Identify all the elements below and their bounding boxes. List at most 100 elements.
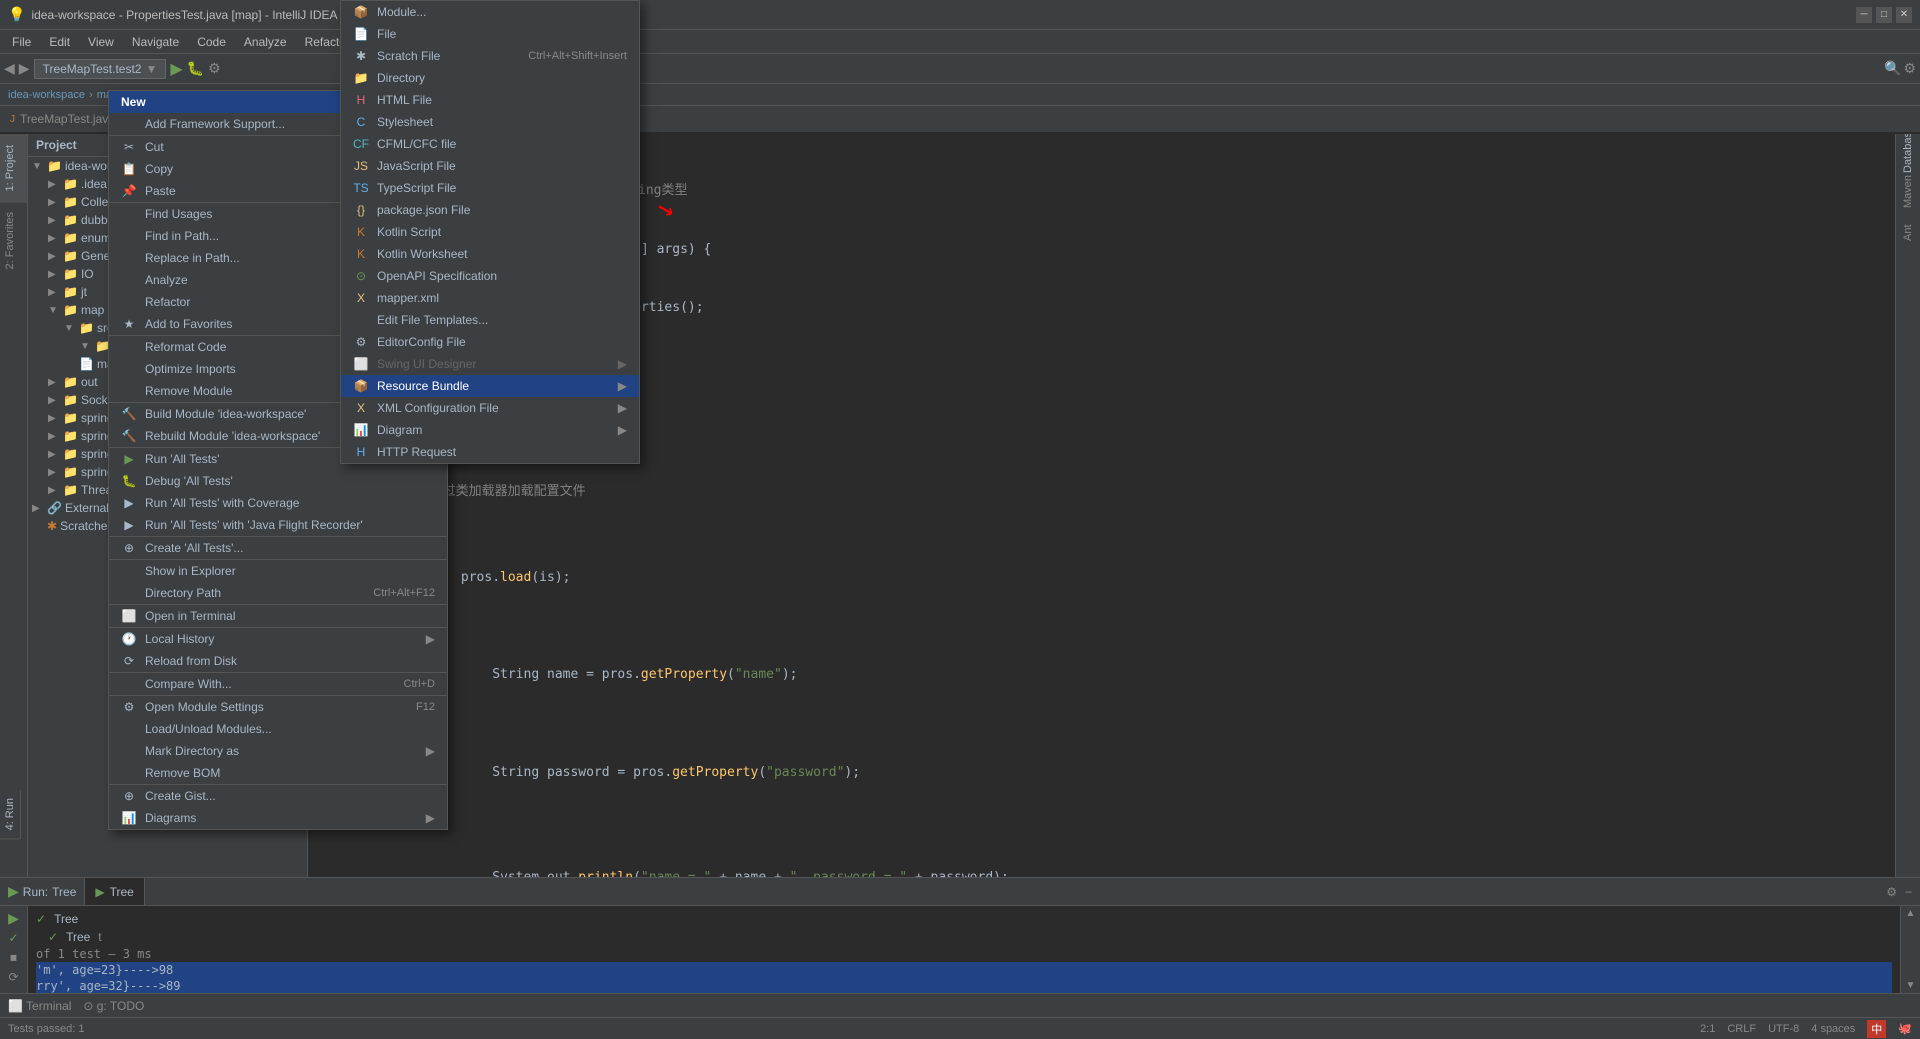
- folder-icon: 📁: [63, 465, 78, 479]
- ctx-new-js[interactable]: JS JavaScript File: [341, 155, 639, 177]
- settings-icon[interactable]: ⚙: [1903, 60, 1916, 77]
- expand-arrow-icon: ▶: [48, 287, 60, 298]
- ctx-mark-directory[interactable]: Mark Directory as ▶: [109, 740, 447, 762]
- cursor-position[interactable]: 2:1: [1700, 1023, 1715, 1035]
- folder-icon: 📁: [63, 447, 78, 461]
- git-icon: 🐙: [1898, 1022, 1912, 1035]
- minimize-button[interactable]: ─: [1856, 7, 1872, 23]
- line-ending[interactable]: CRLF: [1727, 1023, 1756, 1035]
- bottom-run-label: Run:: [23, 885, 48, 899]
- vtab-project[interactable]: 1: Project: [0, 134, 27, 201]
- scroll-up-icon[interactable]: ▲: [1906, 908, 1916, 919]
- scratch-icon: ✱: [353, 49, 369, 63]
- minimize-panel-icon[interactable]: −: [1905, 885, 1912, 899]
- ctx-load-modules[interactable]: Load/Unload Modules...: [109, 718, 447, 740]
- ctx-new-ts[interactable]: TS TypeScript File: [341, 177, 639, 199]
- ctx-create-gist[interactable]: ⊕ Create Gist...: [109, 784, 447, 807]
- submenu-arrow-icon: ▶: [426, 744, 435, 758]
- ctx-label: Directory: [377, 71, 425, 85]
- forward-button[interactable]: ▶: [19, 60, 30, 77]
- ctx-new-openapi[interactable]: ⊙ OpenAPI Specification: [341, 265, 639, 287]
- cfml-icon: CF: [353, 137, 369, 151]
- title-bar-controls: ─ □ ✕: [1856, 7, 1912, 23]
- indentation[interactable]: 4 spaces: [1811, 1023, 1855, 1035]
- ctx-label: Diagrams: [145, 811, 196, 825]
- menu-edit[interactable]: Edit: [41, 33, 78, 51]
- search-icon[interactable]: 🔍: [1884, 60, 1901, 77]
- tree-test-label: Tree: [54, 912, 78, 926]
- breadcrumb-workspace[interactable]: idea-workspace: [8, 89, 85, 101]
- run-button[interactable]: ▶: [170, 59, 182, 79]
- ctx-open-terminal[interactable]: ⬜ Open in Terminal: [109, 604, 447, 627]
- menu-analyze[interactable]: Analyze: [236, 33, 295, 51]
- ctx-http-request[interactable]: H HTTP Request: [341, 441, 639, 463]
- vtab-run[interactable]: 4: Run: [0, 790, 20, 839]
- ctx-label: Paste: [145, 184, 176, 198]
- ctx-new-mapper-xml[interactable]: X mapper.xml: [341, 287, 639, 309]
- todo-tab[interactable]: ⊙ g: TODO: [83, 999, 144, 1013]
- ctx-new-kotlin-script[interactable]: K Kotlin Script: [341, 221, 639, 243]
- check-icon-2: ✓: [48, 930, 58, 944]
- input-method[interactable]: 中: [1867, 1020, 1886, 1038]
- json-icon: {}: [353, 203, 369, 217]
- ctx-new-cfml[interactable]: CF CFML/CFC file: [341, 133, 639, 155]
- stop-icon[interactable]: ⏹: [10, 949, 17, 966]
- menu-view[interactable]: View: [80, 33, 122, 51]
- ctx-label: JavaScript File: [377, 159, 456, 173]
- ctx-show-explorer[interactable]: Show in Explorer: [109, 559, 447, 582]
- ctx-open-module-settings[interactable]: ⚙ Open Module Settings F12: [109, 695, 447, 718]
- menu-code[interactable]: Code: [189, 33, 234, 51]
- shortcut: Ctrl+D: [404, 678, 435, 690]
- database-icon[interactable]: Database: [1897, 138, 1919, 160]
- run-config-selector[interactable]: TreeMapTest.test2 ▼: [34, 59, 167, 79]
- ctx-new-stylesheet[interactable]: C Stylesheet: [341, 111, 639, 133]
- encoding[interactable]: UTF-8: [1768, 1023, 1799, 1035]
- vtab-favorites[interactable]: 2: Favorites: [0, 201, 27, 279]
- debug-button[interactable]: 🐛: [187, 60, 204, 77]
- ctx-resource-bundle[interactable]: 📦 Resource Bundle ▶: [341, 375, 639, 397]
- ctx-reload-disk[interactable]: ⟳ Reload from Disk: [109, 650, 447, 672]
- ctx-new-package-json[interactable]: {} package.json File: [341, 199, 639, 221]
- ctx-compare-with[interactable]: Compare With... Ctrl+D: [109, 672, 447, 695]
- ctx-new-file[interactable]: 📄 File: [341, 23, 639, 45]
- menu-file[interactable]: File: [4, 33, 39, 51]
- expand-arrow-icon: ▶: [48, 485, 60, 496]
- run-small-icon[interactable]: ▶: [8, 910, 19, 927]
- ctx-new-scratch[interactable]: ✱ Scratch File Ctrl+Alt+Shift+Insert: [341, 45, 639, 67]
- scroll-down-icon[interactable]: ▼: [1906, 980, 1916, 991]
- code-line: String password = pros.getProperty("pass…: [320, 743, 1883, 802]
- ctx-editorconfig[interactable]: ⚙ EditorConfig File: [341, 331, 639, 353]
- ctx-diagrams[interactable]: 📊 Diagrams ▶: [109, 807, 447, 829]
- ctx-edit-file-templates[interactable]: Edit File Templates...: [341, 309, 639, 331]
- ctx-new-kotlin-worksheet[interactable]: K Kotlin Worksheet: [341, 243, 639, 265]
- app-icon: 💡: [8, 6, 25, 23]
- expand-arrow-icon: ▶: [48, 269, 60, 280]
- ctx-run-flight-recorder[interactable]: ▶ Run 'All Tests' with 'Java Flight Reco…: [109, 514, 447, 536]
- tree-label: IO: [81, 267, 94, 281]
- ctx-run-with-coverage[interactable]: ▶ Run 'All Tests' with Coverage: [109, 492, 447, 514]
- maximize-button[interactable]: □: [1876, 7, 1892, 23]
- ctx-remove-bom[interactable]: Remove BOM: [109, 762, 447, 784]
- maven-icon[interactable]: Maven: [1897, 180, 1919, 202]
- more-button[interactable]: ⚙: [208, 60, 221, 77]
- ctx-diagram[interactable]: 📊 Diagram ▶: [341, 419, 639, 441]
- ctx-xml-config[interactable]: X XML Configuration File ▶: [341, 397, 639, 419]
- ctx-new-module[interactable]: 📦 Module...: [341, 1, 639, 23]
- ctx-directory-path[interactable]: Directory Path Ctrl+Alt+F12: [109, 582, 447, 604]
- ctx-debug-all-tests[interactable]: 🐛 Debug 'All Tests': [109, 470, 447, 492]
- settings-icon[interactable]: ⚙: [1886, 885, 1897, 899]
- shortcut: F12: [416, 701, 435, 713]
- close-button[interactable]: ✕: [1896, 7, 1912, 23]
- bottom-tab-run[interactable]: ▶ Tree: [85, 878, 144, 905]
- back-button[interactable]: ◀: [4, 60, 15, 77]
- ctx-local-history[interactable]: 🕐 Local History ▶: [109, 627, 447, 650]
- terminal-tab[interactable]: ⬜ Terminal: [8, 999, 71, 1013]
- menu-navigate[interactable]: Navigate: [124, 33, 187, 51]
- expand-arrow-icon: ▶: [48, 179, 60, 190]
- ctx-create-all-tests[interactable]: ⊕ Create 'All Tests'...: [109, 536, 447, 559]
- ant-icon[interactable]: Ant: [1897, 222, 1919, 244]
- rerun-icon[interactable]: ⟳: [8, 970, 18, 984]
- check-icon[interactable]: ✓: [8, 931, 18, 945]
- ctx-new-directory[interactable]: 📁 Directory: [341, 67, 639, 89]
- ctx-new-html[interactable]: H HTML File: [341, 89, 639, 111]
